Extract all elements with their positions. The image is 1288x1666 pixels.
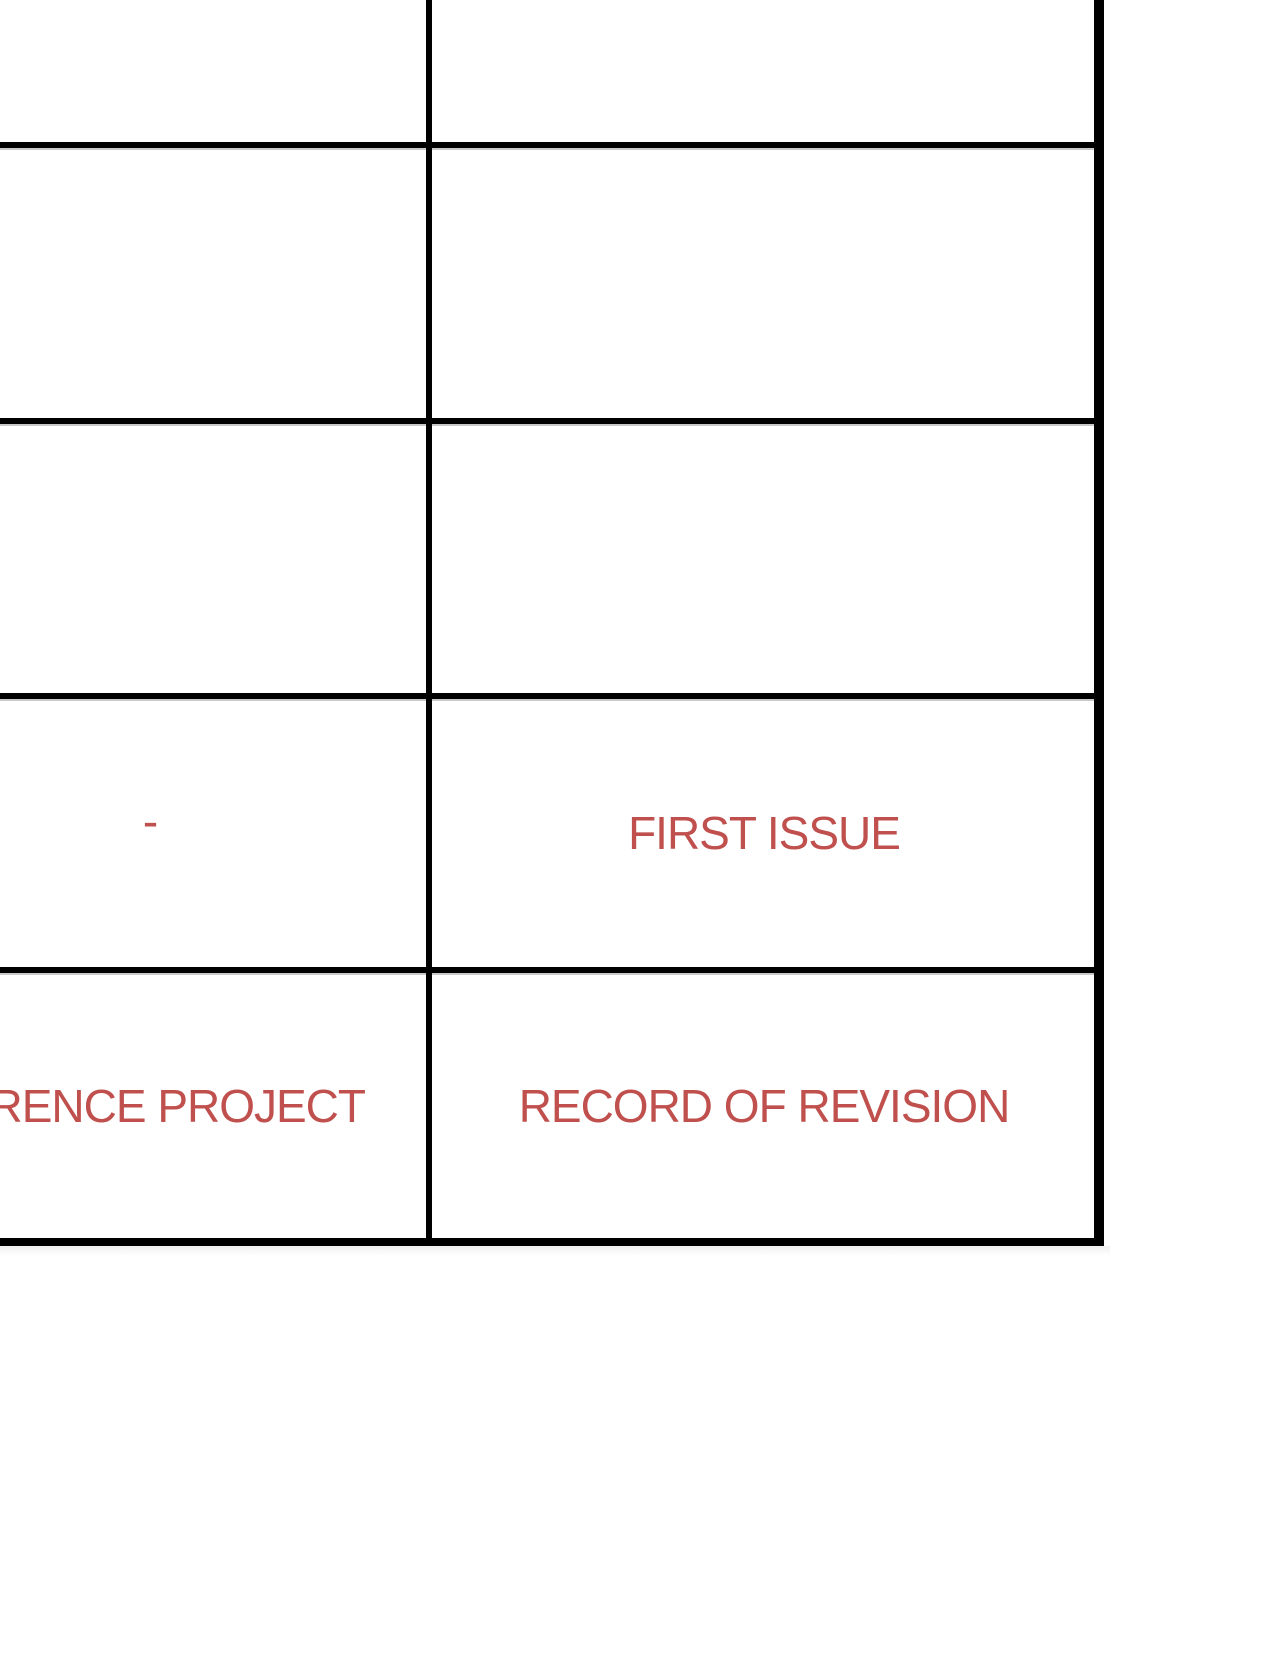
cell-reference-project xyxy=(0,424,426,693)
document-page: - FIRST ISSUE FERENCE PROJECT RECORD OF … xyxy=(0,0,1288,1666)
page-shadow xyxy=(0,1246,1110,1256)
cell-record-of-revision xyxy=(432,424,1096,693)
header-reference-project: FERENCE PROJECT xyxy=(0,1079,366,1132)
header-record-of-revision: RECORD OF REVISION xyxy=(518,1079,1011,1132)
table-bottom-border xyxy=(0,1238,1104,1246)
cell-reference-project xyxy=(0,148,426,418)
cell-record-of-revision xyxy=(432,0,1096,142)
cell-reference-project: - xyxy=(142,795,158,847)
cell-reference-project xyxy=(0,0,426,142)
revision-table: - FIRST ISSUE FERENCE PROJECT RECORD OF … xyxy=(0,0,1104,1246)
cell-record-of-revision xyxy=(432,148,1096,418)
cell-record-of-revision: FIRST ISSUE xyxy=(628,807,901,859)
